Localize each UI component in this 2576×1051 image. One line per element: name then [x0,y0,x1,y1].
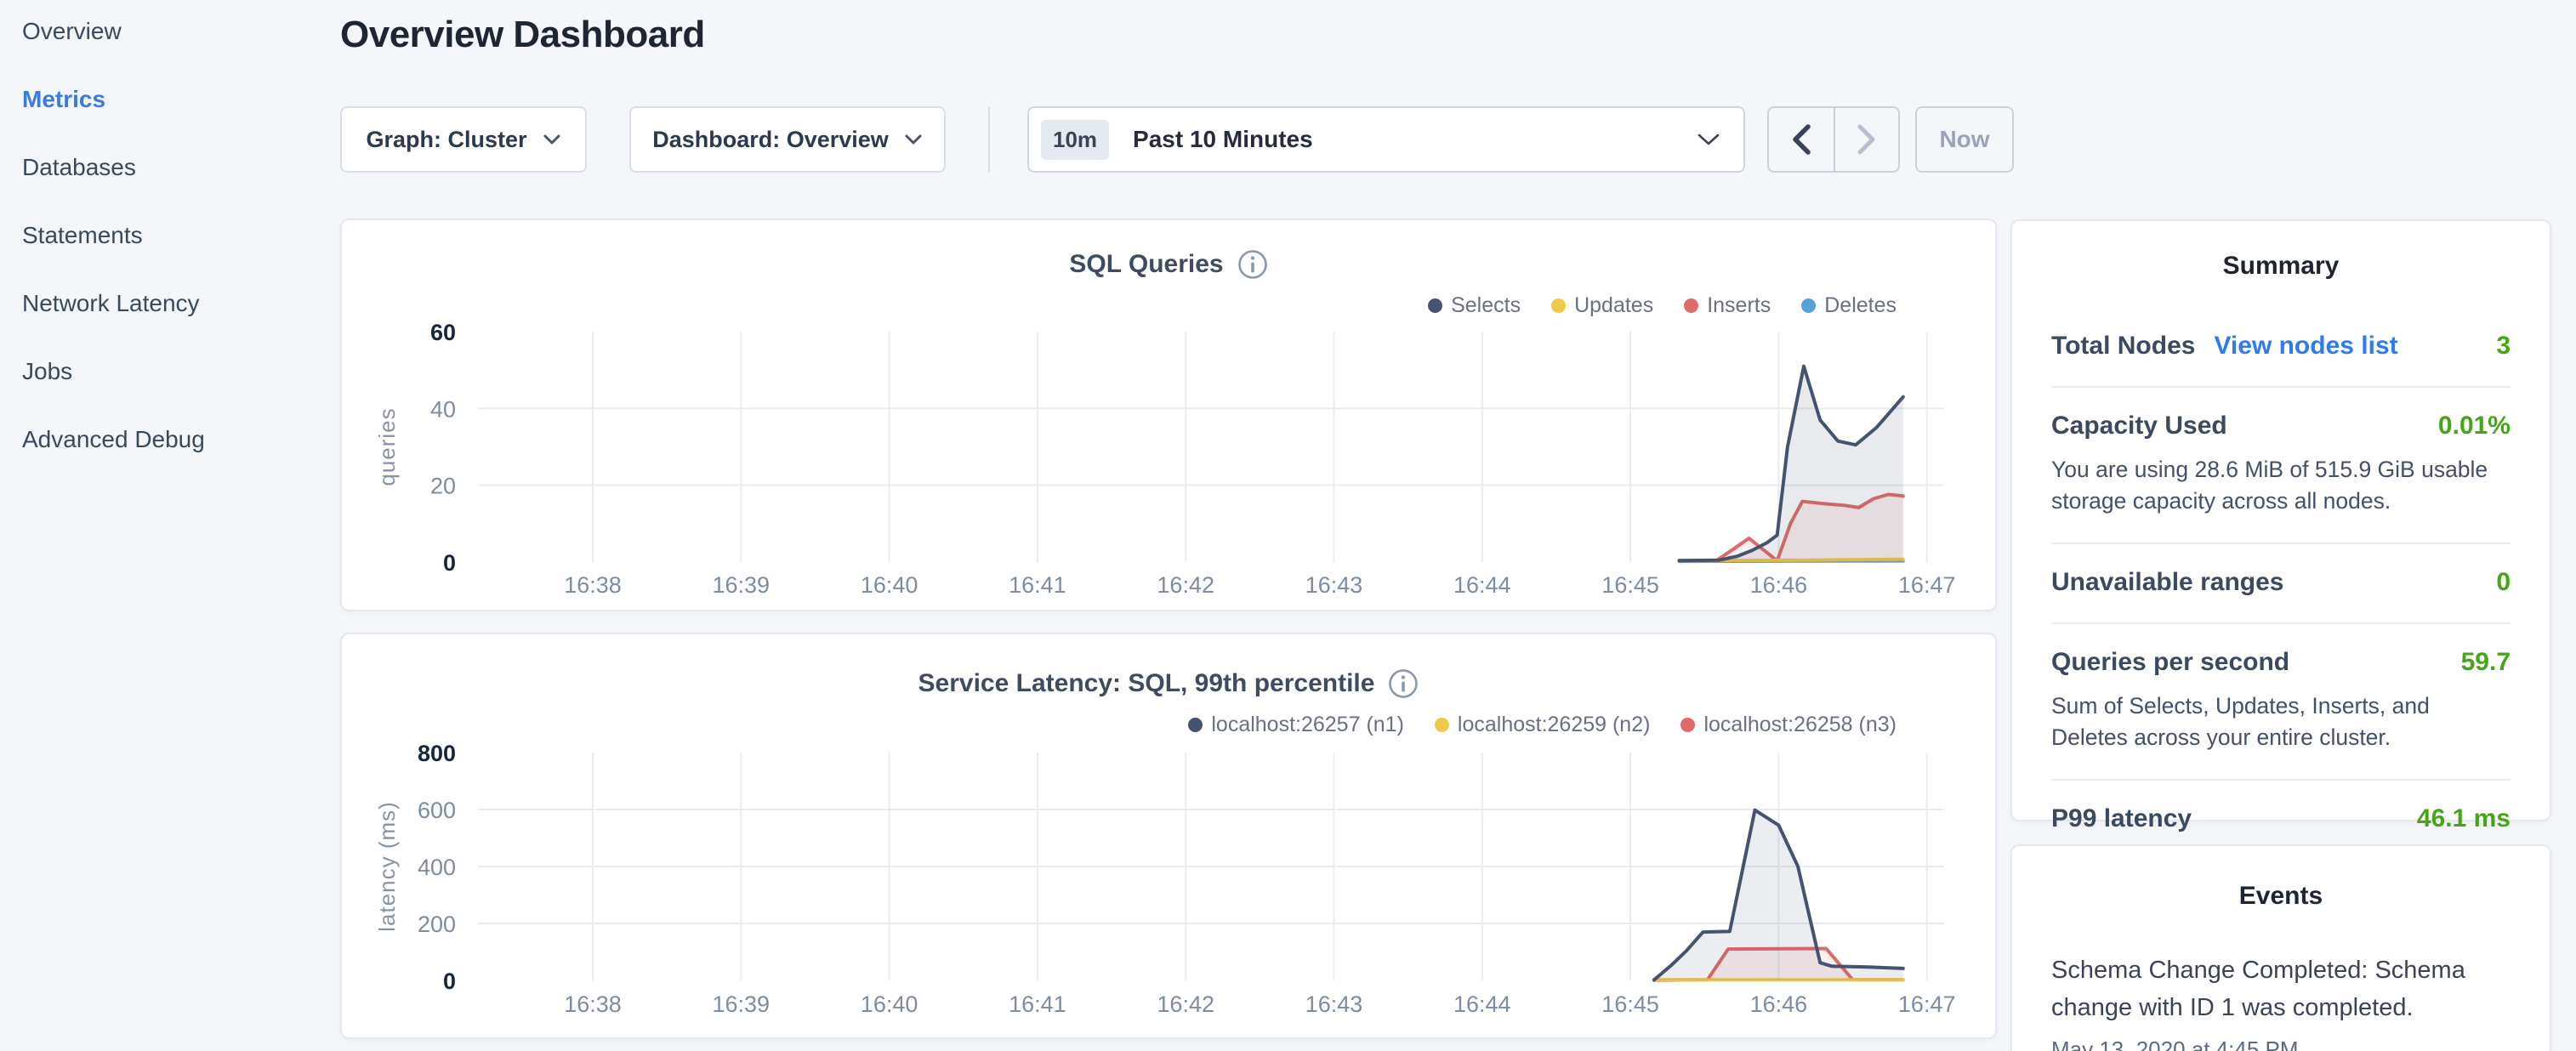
prev-time-button[interactable] [1769,108,1834,171]
events-title: Events [2051,882,2511,911]
service-latency-card: Service Latency: SQL, 99th percentile lo… [340,633,1997,1039]
next-time-button[interactable] [1834,108,1898,171]
time-step-buttons [1767,106,1900,173]
event-text: Schema Change Completed: Schema change w… [2051,952,2511,1026]
summary-row-unavailable-ranges: Unavailable ranges 0 [2051,543,2511,622]
view-nodes-list-link[interactable]: View nodes list [2214,332,2397,361]
time-range-label: Past 10 Minutes [1133,126,1313,153]
sidebar-item-jobs[interactable]: Jobs [22,352,72,391]
summary-row-value: 59.7 [2461,648,2511,677]
summary-row-value: 0.01% [2438,412,2511,440]
sidebar-item-statements[interactable]: Statements [22,216,143,255]
sidebar: Overview Metrics Databases Statements Networ… [0,0,340,1051]
svg-text:0: 0 [443,550,456,576]
event-timestamp: May 13, 2020 at 4:45 PM [2051,1037,2511,1051]
svg-text:0: 0 [443,969,456,994]
summary-title: Summary [2051,252,2511,281]
graph-dropdown-label: Graph: Cluster [366,127,526,153]
time-range-selector[interactable]: 10m Past 10 Minutes [1027,106,1745,173]
svg-text:200: 200 [418,912,456,937]
now-button[interactable]: Now [1915,106,2014,173]
sidebar-item-databases[interactable]: Databases [22,148,136,187]
chevron-right-icon [1856,123,1878,156]
sidebar-item-network-latency[interactable]: Network Latency [22,284,200,323]
controls-divider [988,106,990,173]
summary-row-queries-per-second: Queries per second 59.7 Sum of Selects, Up… [2051,622,2511,779]
dashboard-dropdown-label: Dashboard: Overview [652,127,889,153]
svg-text:16:39: 16:39 [713,572,771,598]
svg-text:16:41: 16:41 [1009,572,1066,598]
svg-text:16:46: 16:46 [1750,572,1808,598]
svg-text:16:47: 16:47 [1898,991,1956,1017]
sidebar-item-metrics[interactable]: Metrics [22,80,105,119]
svg-text:latency (ms): latency (ms) [374,801,400,932]
svg-text:16:45: 16:45 [1601,572,1659,598]
svg-text:16:44: 16:44 [1453,991,1511,1017]
svg-text:16:40: 16:40 [861,572,918,598]
svg-text:400: 400 [418,855,456,880]
summary-panel: Summary Total Nodes View nodes list 3 Capac… [2010,219,2551,821]
chevron-down-icon [904,134,923,145]
svg-text:16:45: 16:45 [1601,991,1659,1017]
sql-queries-card: SQL Queries SelectsUpdatesInsertsDeletes… [340,219,1997,611]
sidebar-item-advanced-debug[interactable]: Advanced Debug [22,420,205,459]
svg-text:60: 60 [430,320,456,345]
svg-text:40: 40 [430,396,456,422]
svg-text:16:38: 16:38 [564,991,622,1017]
page-title: Overview Dashboard [340,14,705,56]
chevron-down-icon [1696,132,1721,147]
event-item[interactable]: Schema Change Completed: Schema change w… [2051,952,2511,1051]
svg-text:16:38: 16:38 [564,572,622,598]
sql-queries-chart[interactable]: 0 20 40 60 16:38 16:39 16:40 16:41 16:42 16:43 16:… [342,220,1999,613]
service-latency-chart[interactable]: 0 200 400 600 800 16:38 16:39 16:40 16:41 16:42 16… [342,634,1999,1041]
summary-row-description: Sum of Selects, Updates, Inserts, and De… [2051,690,2511,753]
svg-text:16:43: 16:43 [1305,991,1363,1017]
summary-row-label: Queries per second [2051,648,2289,677]
svg-text:800: 800 [418,741,456,766]
svg-text:16:46: 16:46 [1750,991,1808,1017]
svg-text:16:42: 16:42 [1157,991,1214,1017]
svg-text:16:44: 16:44 [1453,572,1511,598]
summary-row-label: Capacity Used [2051,412,2227,440]
summary-row-value: 3 [2496,332,2511,361]
summary-row-value: 46.1 ms [2417,804,2511,833]
summary-row-description: You are using 28.6 MiB of 515.9 GiB usab… [2051,454,2511,517]
svg-text:16:39: 16:39 [713,991,771,1017]
summary-row-value: 0 [2496,568,2511,597]
svg-text:16:43: 16:43 [1305,572,1363,598]
svg-text:16:41: 16:41 [1009,991,1066,1017]
graph-dropdown[interactable]: Graph: Cluster [340,106,587,173]
summary-row-label: Unavailable ranges [2051,568,2283,597]
dashboard-dropdown[interactable]: Dashboard: Overview [629,106,946,173]
svg-text:20: 20 [430,474,456,499]
svg-text:16:47: 16:47 [1898,572,1956,598]
svg-text:16:42: 16:42 [1157,572,1214,598]
chevron-down-icon [543,134,561,145]
events-panel: Events Schema Change Completed: Schema c… [2010,844,2551,1051]
svg-text:600: 600 [418,798,456,823]
sidebar-item-overview[interactable]: Overview [22,12,122,51]
chevron-left-icon [1790,123,1812,156]
svg-text:queries: queries [374,407,400,486]
summary-row-total-nodes: Total Nodes View nodes list 3 [2051,308,2511,386]
time-range-badge: 10m [1041,120,1109,160]
summary-row-label: Total Nodes [2051,332,2195,361]
svg-text:16:40: 16:40 [861,991,918,1017]
summary-row-label: P99 latency [2051,804,2192,833]
summary-row-capacity-used: Capacity Used 0.01% You are using 28.6 MiB… [2051,386,2511,543]
